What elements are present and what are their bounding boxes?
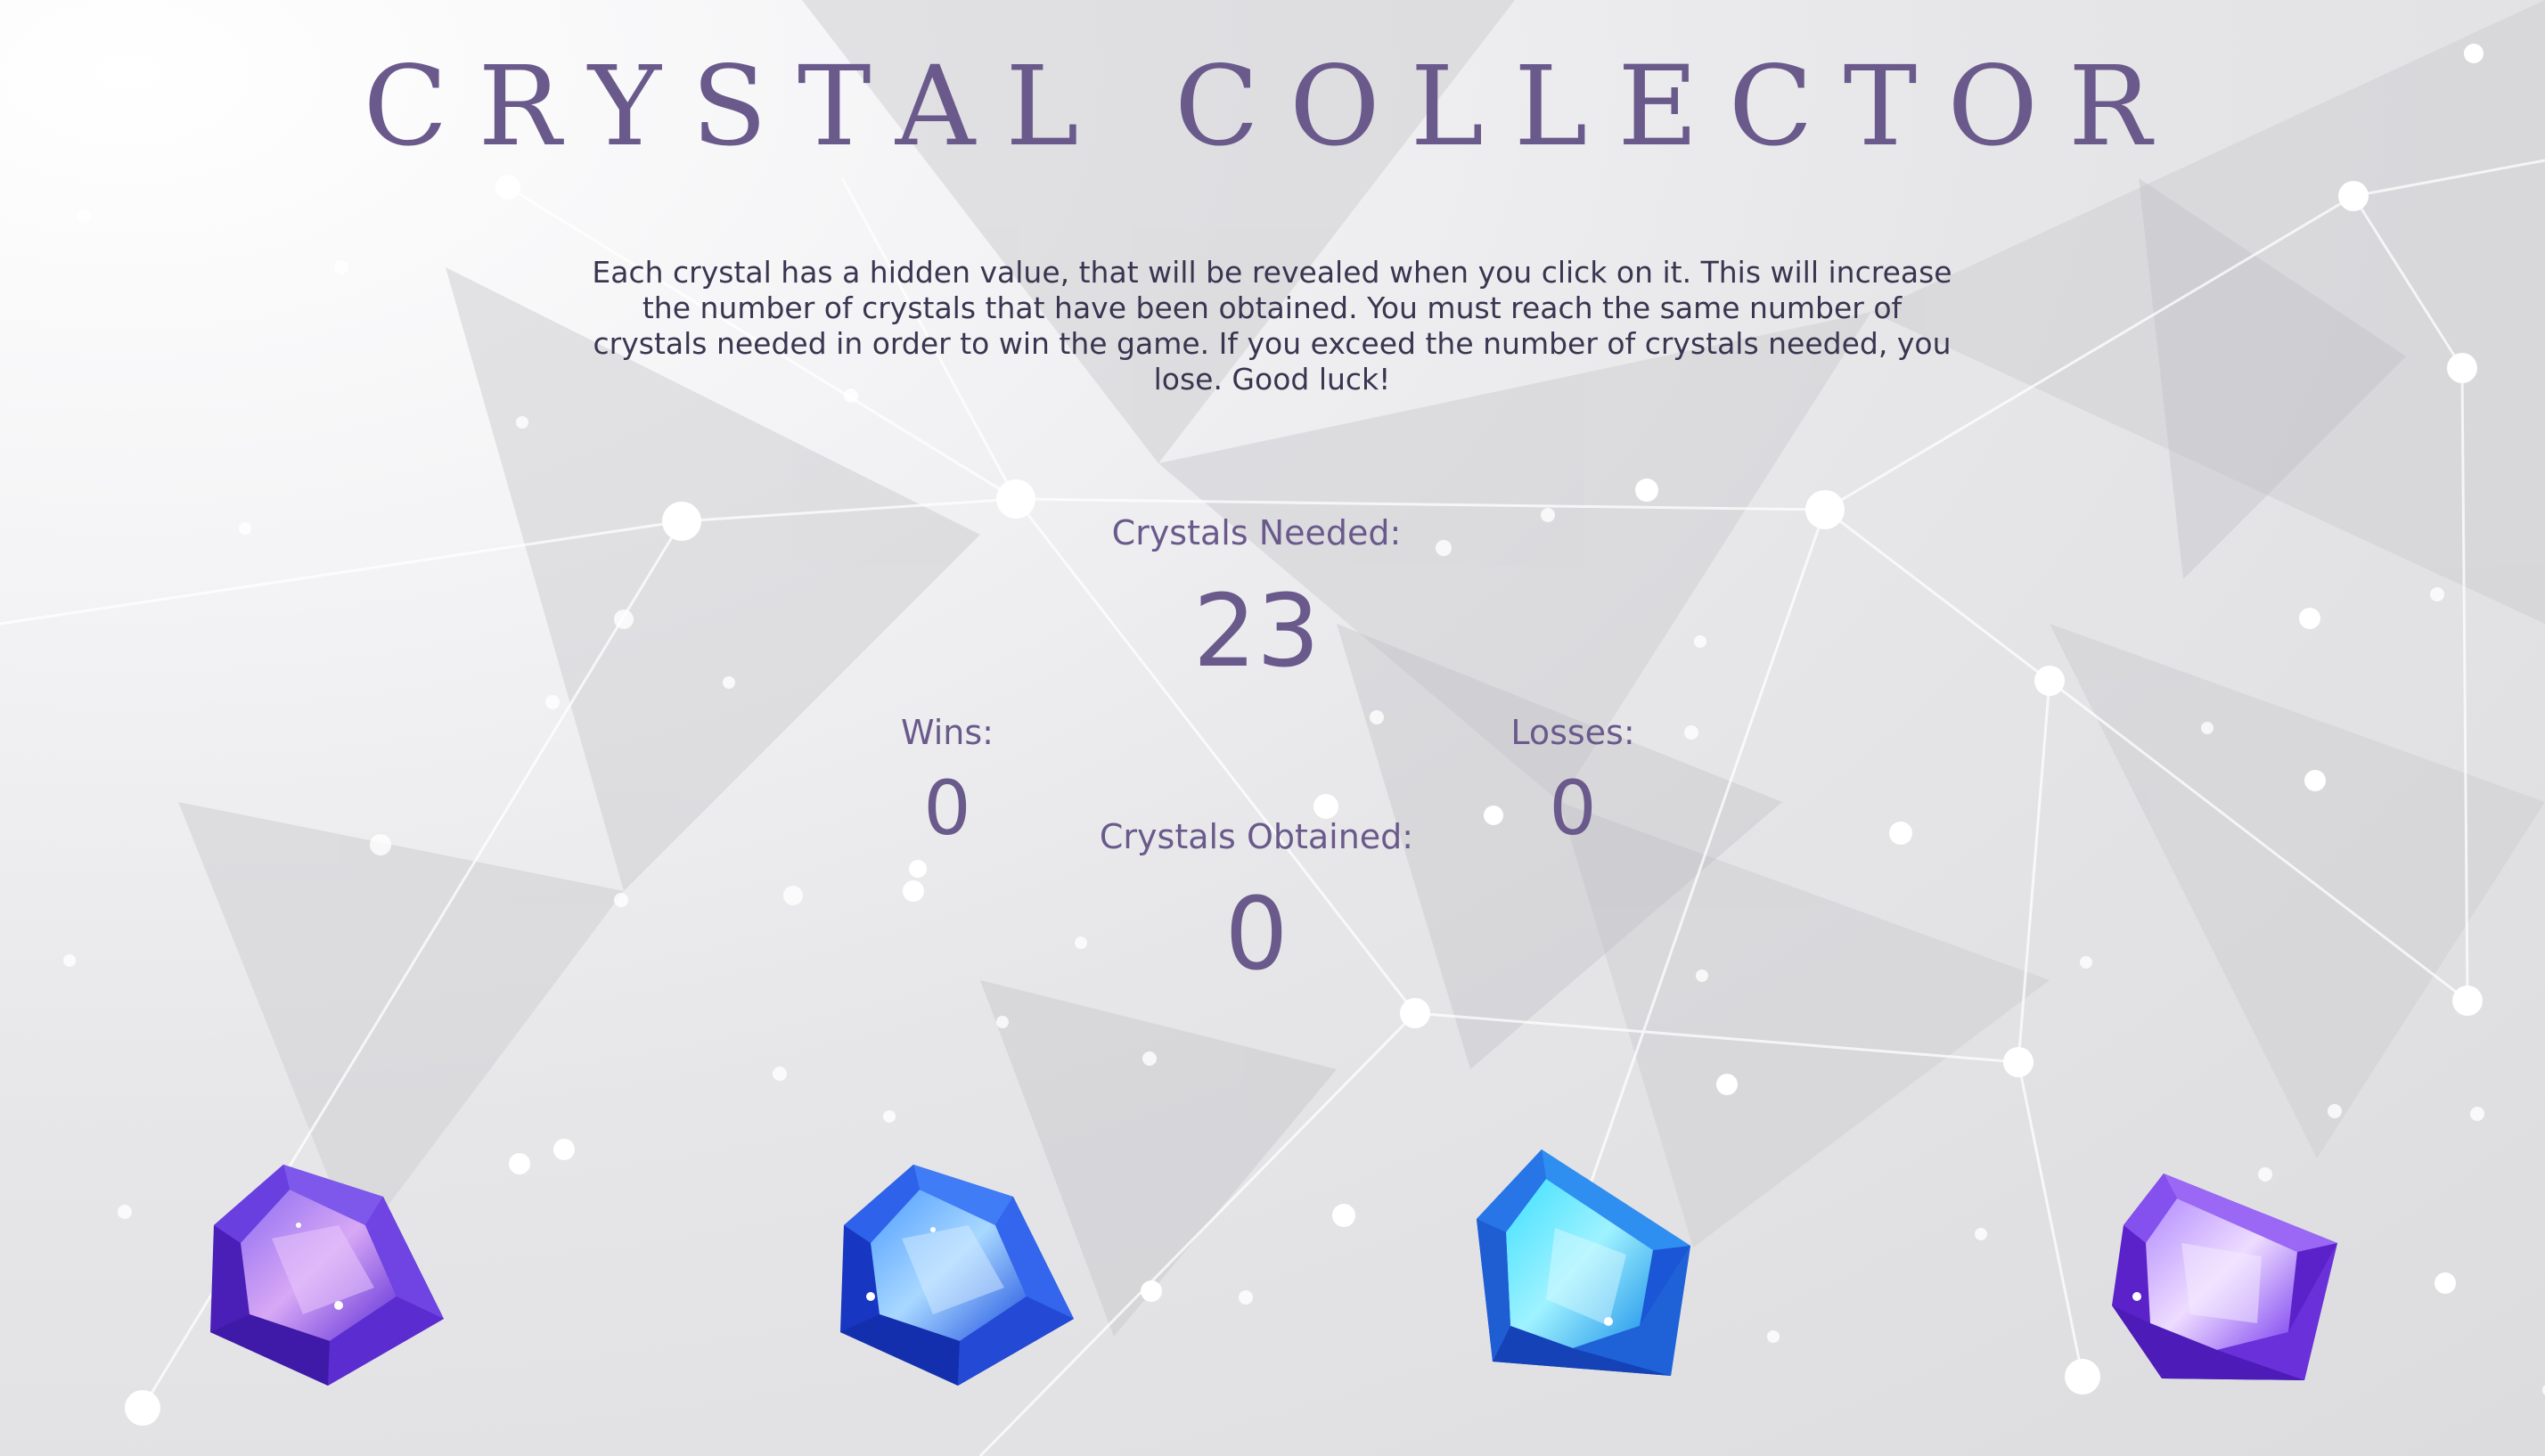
crystal-button-1[interactable] [205, 1163, 446, 1387]
violet-crystal-icon [2112, 1174, 2337, 1380]
game-title: CRYSTAL COLLECTOR [363, 43, 2182, 171]
crystals-needed-label: Crystals Needed: [1111, 513, 1402, 552]
losses-value: 0 [1549, 765, 1597, 852]
crystals-needed-value: 23 [1192, 574, 1321, 690]
crystal-button-4[interactable] [2110, 1172, 2340, 1382]
wins-label: Wins: [901, 713, 994, 752]
purple-crystal-icon [210, 1165, 444, 1386]
crystal-button-2[interactable] [835, 1163, 1076, 1387]
crystal-button-3[interactable] [1475, 1148, 1694, 1378]
crystals-obtained-value: 0 [1224, 877, 1289, 993]
instructions-text: Each crystal has a hidden value, that wi… [592, 255, 1952, 397]
cyan-crystal-icon [1477, 1149, 1690, 1376]
blue-crystal-icon [840, 1165, 1074, 1386]
crystals-obtained-label: Crystals Obtained: [1099, 817, 1414, 856]
losses-label: Losses: [1510, 713, 1635, 752]
